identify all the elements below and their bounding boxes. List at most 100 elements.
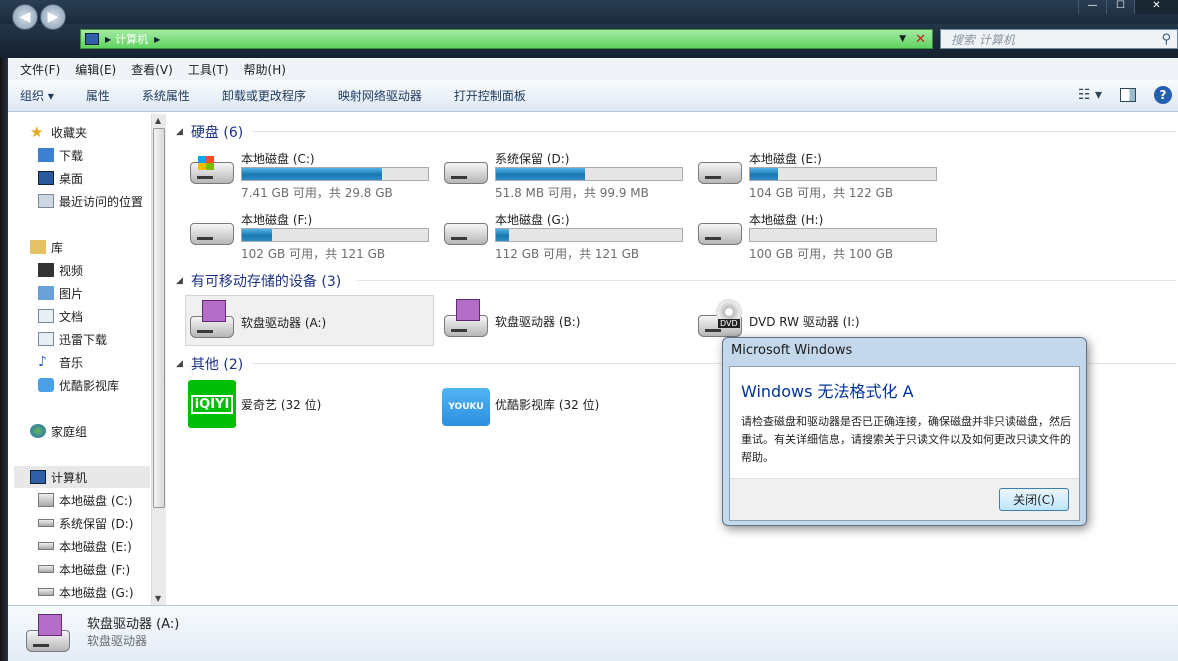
nav-item-videos[interactable]: 视频	[38, 261, 83, 279]
drive-h[interactable]: 本地磁盘 (H:) 100 GB 可用，共 100 GB	[694, 207, 944, 261]
drive-e[interactable]: 本地磁盘 (E:) 104 GB 可用，共 122 GB	[694, 146, 944, 200]
nav-label: 家庭组	[51, 424, 88, 439]
search-placeholder: 搜索 计算机	[951, 32, 1015, 47]
close-window-button[interactable]: ✕	[1134, 0, 1178, 14]
nav-label: 最近访问的位置	[59, 194, 144, 209]
menu-edit[interactable]: 编辑(E)	[75, 61, 116, 78]
dialog-footer: 关闭(C)	[730, 478, 1079, 520]
drive-icon	[444, 156, 490, 186]
nav-label: 本地磁盘 (C:)	[59, 493, 133, 508]
nav-label: 下载	[59, 148, 84, 163]
section-divider	[357, 280, 1176, 281]
computer-icon	[85, 33, 99, 45]
nav-item-thunder[interactable]: 迅雷下载	[38, 330, 107, 348]
breadcrumb-computer[interactable]: 计算机	[115, 31, 148, 47]
nav-item-drive-d[interactable]: 系统保留 (D:)	[38, 514, 133, 532]
drive-g[interactable]: 本地磁盘 (G:) 112 GB 可用，共 121 GB	[440, 207, 690, 261]
iqiyi-icon: iQIYI	[188, 380, 236, 428]
nav-item-documents[interactable]: 文档	[38, 307, 83, 325]
app-youku[interactable]: YOUKU 优酷影视库 (32 位)	[440, 378, 690, 428]
nav-item-drive-f[interactable]: 本地磁盘 (F:)	[38, 560, 130, 578]
floppy-drive-icon	[444, 299, 490, 337]
uninstall-program-button[interactable]: 卸载或更改程序	[222, 87, 306, 104]
collapse-icon[interactable]: ◢	[176, 359, 183, 369]
system-properties-button[interactable]: 系统属性	[142, 87, 190, 104]
nav-computer[interactable]: 计算机	[30, 468, 87, 486]
windows-drive-icon	[38, 493, 54, 507]
forward-button[interactable]: ▶	[40, 4, 66, 30]
section-removable[interactable]: ◢ 有可移动存储的设备 (3)	[176, 271, 341, 291]
floppy-drive-b[interactable]: 软盘驱动器 (B:)	[440, 295, 690, 345]
maximize-button[interactable]: ☐	[1106, 0, 1134, 14]
nav-item-drive-c[interactable]: 本地磁盘 (C:)	[38, 491, 133, 509]
nav-item-youku-library[interactable]: 优酷影视库	[38, 376, 119, 394]
nav-item-downloads[interactable]: 下载	[38, 146, 83, 164]
close-button[interactable]: 关闭(C)	[999, 488, 1069, 511]
minimize-button[interactable]: —	[1078, 0, 1106, 14]
nav-item-recent[interactable]: 最近访问的位置	[38, 192, 143, 210]
chevron-down-icon[interactable]: ▼	[899, 34, 906, 44]
properties-button[interactable]: 属性	[86, 87, 110, 104]
nav-favorites[interactable]: ★ 收藏夹	[30, 123, 87, 141]
thunder-download-icon	[38, 332, 54, 346]
search-icon[interactable]: ⚲	[1161, 32, 1171, 47]
floppy-drive-icon	[26, 614, 74, 656]
drive-d[interactable]: 系统保留 (D:) 51.8 MB 可用，共 99.9 MB	[440, 146, 690, 200]
nav-item-desktop[interactable]: 桌面	[38, 169, 83, 187]
nav-homegroup[interactable]: 家庭组	[30, 422, 87, 440]
nav-item-drive-e[interactable]: 本地磁盘 (E:)	[38, 537, 132, 555]
nav-item-drive-g[interactable]: 本地磁盘 (G:)	[38, 583, 134, 601]
menu-help[interactable]: 帮助(H)	[244, 61, 286, 78]
preview-pane-icon[interactable]	[1120, 88, 1136, 102]
address-bar[interactable]: ▶ 计算机 ▶ ▼ ✕	[80, 29, 933, 49]
drive-size: 51.8 MB 可用，共 99.9 MB	[495, 186, 649, 200]
collapse-icon[interactable]: ◢	[176, 276, 183, 286]
section-hard-drives[interactable]: ◢ 硬盘 (6)	[176, 122, 243, 142]
help-icon[interactable]: ?	[1154, 86, 1172, 104]
back-button[interactable]: ◀	[12, 4, 38, 30]
nav-item-music[interactable]: ♪ 音乐	[38, 353, 83, 371]
app-iqiyi[interactable]: iQIYI 爱奇艺 (32 位)	[186, 378, 436, 428]
menu-file[interactable]: 文件(F)	[20, 61, 60, 78]
youku-icon: YOUKU	[442, 388, 490, 426]
drive-name: DVD RW 驱动器 (I:)	[749, 315, 860, 329]
open-control-panel-button[interactable]: 打开控制面板	[454, 87, 526, 104]
menu-view[interactable]: 查看(V)	[131, 61, 173, 78]
window-controls: — ☐ ✕	[1078, 0, 1178, 14]
youku-library-icon	[38, 378, 54, 392]
scroll-down-icon[interactable]: ▼	[155, 594, 161, 603]
navigation-pane: ★ 收藏夹 下载 桌面 最近访问的位置 库 视频 图片 文档 迅雷下载 ♪ 音乐 优…	[8, 112, 158, 605]
drive-icon	[444, 217, 490, 247]
nav-label: 本地磁盘 (E:)	[59, 539, 132, 554]
windows-logo-icon	[198, 156, 214, 170]
nav-label: 系统保留 (D:)	[59, 516, 134, 531]
collapse-icon[interactable]: ◢	[176, 127, 183, 137]
desktop-edge	[0, 58, 8, 661]
drive-name: 软盘驱动器 (B:)	[495, 315, 581, 329]
scroll-thumb[interactable]	[153, 128, 165, 508]
nav-libraries[interactable]: 库	[30, 238, 63, 256]
section-other[interactable]: ◢ 其他 (2)	[176, 354, 243, 374]
organize-button[interactable]: 组织 ▾	[20, 87, 54, 104]
drive-name: 本地磁盘 (F:)	[241, 213, 313, 227]
drive-name: 系统保留 (D:)	[495, 152, 570, 166]
search-input[interactable]: 搜索 计算机 ⚲	[940, 29, 1178, 49]
close-icon[interactable]: ✕	[915, 32, 926, 47]
view-options-icon[interactable]: ☷ ▾	[1078, 87, 1102, 103]
drive-c[interactable]: 本地磁盘 (C:) 7.41 GB 可用，共 29.8 GB	[186, 146, 436, 200]
homegroup-icon	[30, 424, 46, 438]
drive-name: 软盘驱动器 (A:)	[241, 316, 327, 330]
nav-item-pictures[interactable]: 图片	[38, 284, 83, 302]
scroll-up-icon[interactable]: ▲	[155, 116, 161, 125]
breadcrumb-separator-icon[interactable]: ▶	[154, 35, 160, 44]
nav-scrollbar[interactable]: ▲ ▼	[151, 114, 166, 605]
floppy-drive-a[interactable]: 软盘驱动器 (A:)	[185, 295, 434, 346]
nav-label: 优酷影视库	[59, 378, 120, 393]
drive-usage-bar	[241, 228, 429, 242]
youku-logo-text: YOUKU	[448, 402, 484, 412]
drive-size: 100 GB 可用，共 100 GB	[749, 247, 894, 261]
map-network-drive-button[interactable]: 映射网络驱动器	[338, 87, 422, 104]
menu-tools[interactable]: 工具(T)	[188, 61, 229, 78]
section-title: 其他 (2)	[190, 357, 244, 373]
drive-f[interactable]: 本地磁盘 (F:) 102 GB 可用，共 121 GB	[186, 207, 436, 261]
